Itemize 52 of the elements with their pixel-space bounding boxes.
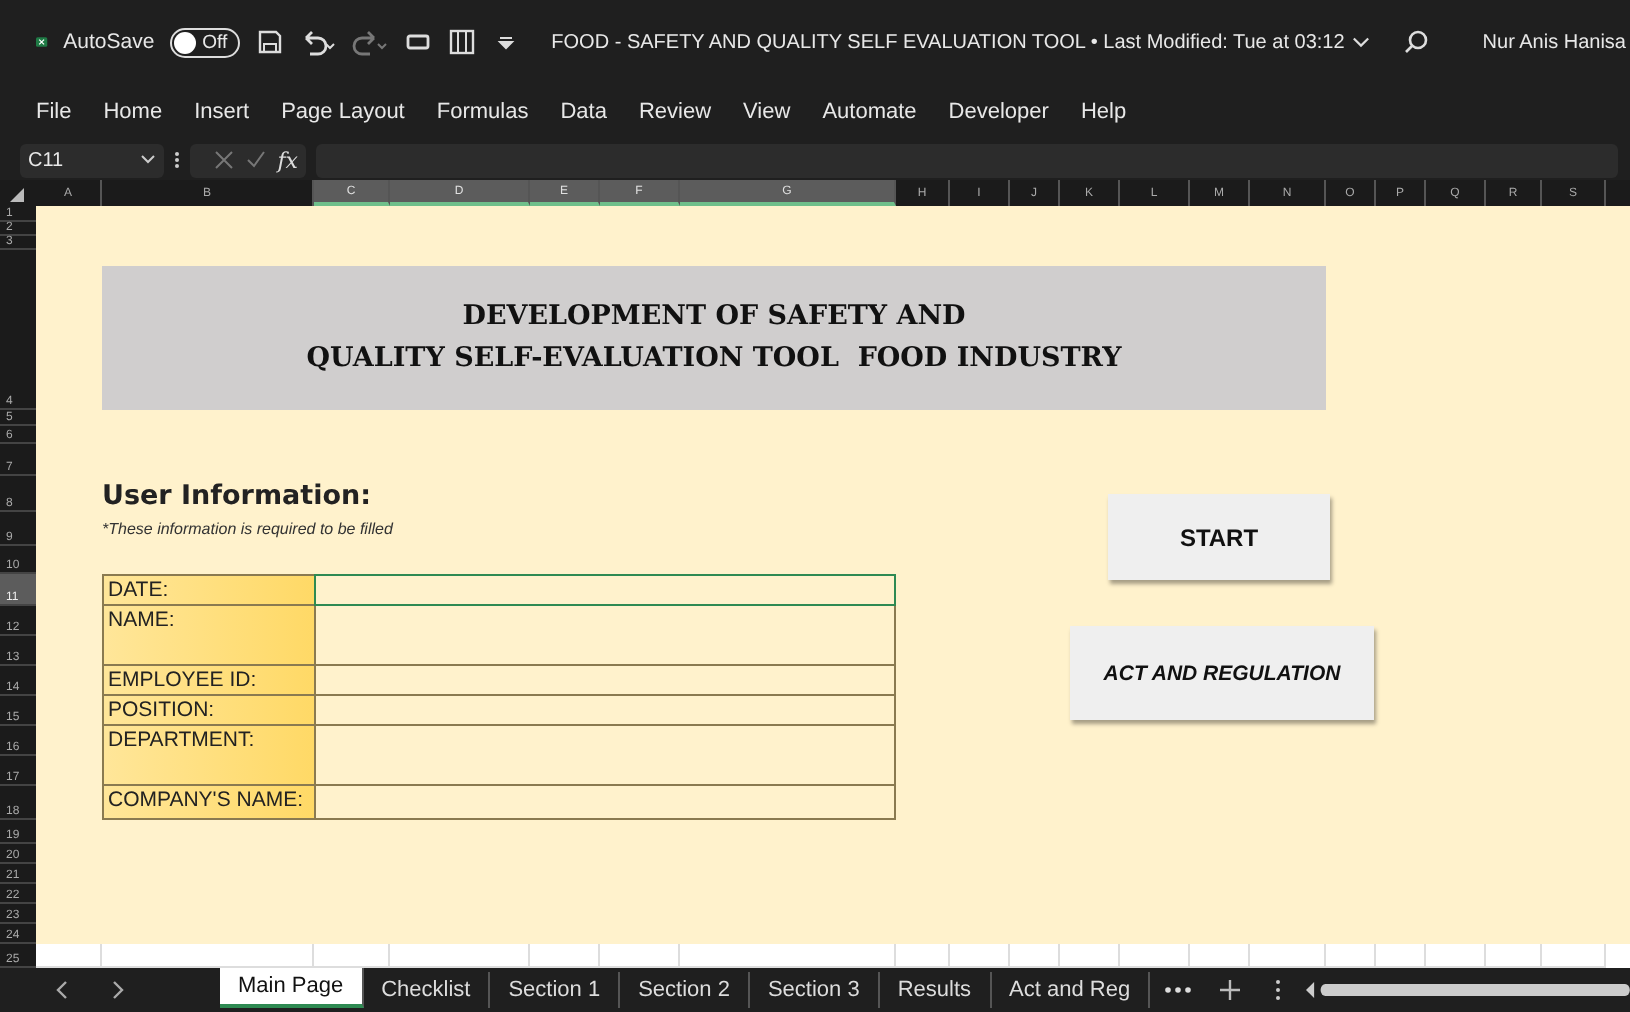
input-cell[interactable] bbox=[314, 606, 896, 666]
menu-tab[interactable]: Page Layout bbox=[281, 100, 405, 124]
name-box[interactable]: C11 bbox=[20, 143, 164, 177]
window-title: FOOD - SAFETY AND QUALITY SELF EVALUATION TOOL • Last Modified: Tue at 03:12 bbox=[551, 31, 1345, 53]
menu-tab[interactable]: View bbox=[743, 100, 791, 124]
save-icon[interactable] bbox=[255, 28, 284, 56]
input-cell[interactable] bbox=[314, 786, 896, 820]
sheet-tab[interactable]: Section 2 bbox=[620, 972, 750, 1008]
banner-title-line: DEVELOPMENT OF SAFETY AND bbox=[462, 298, 966, 336]
field-label: COMPANY'S NAME: bbox=[102, 786, 314, 820]
field-label: NAME: bbox=[102, 606, 314, 666]
user-name[interactable]: Nur Anis Hanisa bbox=[1482, 31, 1626, 53]
input-cell[interactable] bbox=[314, 696, 896, 726]
act-regulation-button[interactable]: ACT AND REGULATION bbox=[1070, 626, 1374, 720]
autosave-toggle[interactable]: Off bbox=[170, 27, 240, 57]
menu-tab[interactable]: Help bbox=[1080, 100, 1127, 124]
start-button[interactable]: START bbox=[1108, 494, 1330, 580]
columns-icon[interactable] bbox=[447, 28, 476, 56]
sheet-tab[interactable]: Act and Reg bbox=[991, 972, 1151, 1008]
menu-tab[interactable]: Home bbox=[103, 100, 163, 124]
required-note: *These information is required to be filled bbox=[102, 520, 395, 538]
input-cell[interactable] bbox=[314, 726, 896, 786]
input-cell[interactable] bbox=[314, 666, 896, 696]
formula-buttons[interactable]: fx bbox=[190, 143, 306, 177]
menu-tab[interactable]: Insert bbox=[194, 100, 250, 124]
search-icon[interactable] bbox=[1402, 28, 1431, 56]
more-icon bbox=[174, 150, 180, 170]
menu-tab[interactable]: Developer bbox=[948, 100, 1049, 124]
options-icon[interactable] bbox=[1274, 978, 1283, 1002]
section-heading: User Information: bbox=[102, 480, 373, 512]
menu-tab[interactable]: Review bbox=[638, 100, 712, 124]
autosave-label: AutoSave bbox=[63, 30, 155, 54]
sheet-tab[interactable]: Results bbox=[879, 972, 992, 1008]
menu-tab[interactable]: Automate bbox=[822, 100, 917, 124]
add-sheet-icon[interactable] bbox=[1218, 978, 1243, 1002]
menu-tab[interactable]: Data bbox=[560, 100, 607, 124]
redo-icon[interactable] bbox=[351, 28, 388, 56]
field-label: POSITION: bbox=[102, 696, 314, 726]
input-cell[interactable] bbox=[314, 574, 896, 606]
field-label: EMPLOYEE ID: bbox=[102, 666, 314, 696]
banner-title-line: QUALITY SELF-EVALUATION TOOL FOOD INDUSTRY bbox=[306, 340, 1122, 378]
field-label: DATE: bbox=[102, 574, 314, 606]
formula-input[interactable] bbox=[316, 143, 1618, 177]
sheet-tab[interactable]: Checklist bbox=[363, 972, 491, 1008]
undo-icon[interactable] bbox=[299, 28, 336, 56]
sheet-tab[interactable]: Section 1 bbox=[490, 972, 621, 1008]
horizontal-scrollbar[interactable] bbox=[1306, 980, 1630, 1000]
sheet-tab[interactable]: Section 3 bbox=[749, 972, 880, 1008]
menu-tab[interactable]: Formulas bbox=[436, 100, 529, 124]
field-label: DEPARTMENT: bbox=[102, 726, 314, 786]
sheet-tab[interactable]: Main Page bbox=[220, 968, 364, 1008]
menu-tab[interactable]: File bbox=[36, 100, 72, 124]
